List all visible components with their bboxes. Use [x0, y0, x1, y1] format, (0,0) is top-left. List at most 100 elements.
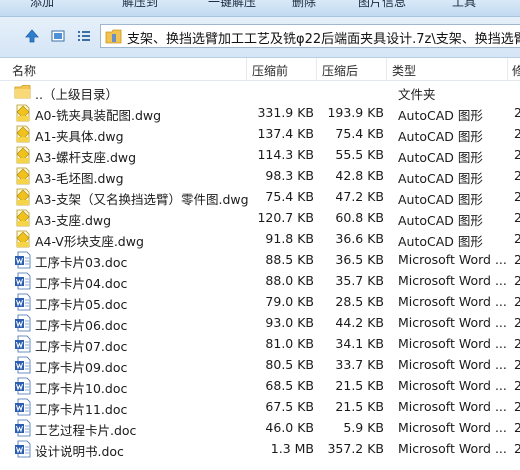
- file-row[interactable]: A0-铣夹具装配图.dwg 331.9 KB 193.9 KB AutoCAD 图形 2: [0, 102, 520, 123]
- file-name: 工序卡片05.doc: [35, 297, 128, 312]
- word-doc-icon: [14, 251, 32, 269]
- file-row[interactable]: A3-支座.dwg 120.7 KB 60.8 KB AutoCAD 图形 2: [0, 207, 520, 228]
- file-name: 工序卡片10.doc: [35, 381, 128, 396]
- file-type: AutoCAD 图形: [398, 171, 483, 186]
- column-original-size[interactable]: 压缩前: [252, 62, 288, 79]
- file-modified: 2: [514, 357, 520, 372]
- word-doc-icon: [14, 419, 32, 437]
- toolbar-add-button[interactable]: 添加: [30, 0, 54, 10]
- column-modified[interactable]: 修: [512, 62, 520, 79]
- file-type: Microsoft Word ...: [398, 399, 507, 414]
- list-view-icon[interactable]: [74, 26, 94, 46]
- folder-icon: [14, 83, 32, 101]
- file-modified: 2: [514, 420, 520, 435]
- column-name[interactable]: 名称: [12, 62, 36, 79]
- file-type: Microsoft Word ...: [398, 441, 507, 456]
- word-doc-icon: [14, 377, 32, 395]
- column-compressed-size[interactable]: 压缩后: [322, 62, 358, 79]
- file-name: 工序卡片06.doc: [35, 318, 128, 333]
- thumbnail-view-icon[interactable]: [48, 26, 68, 46]
- toolbar-tools-button[interactable]: 工具: [452, 0, 476, 10]
- file-modified: 2: [514, 210, 520, 225]
- file-row[interactable]: 工序卡片10.doc 68.5 KB 21.5 KB Microsoft Word .…: [0, 375, 520, 396]
- file-type: Microsoft Word ...: [398, 315, 507, 330]
- dwg-icon: [14, 167, 32, 185]
- file-modified: 2: [514, 126, 520, 141]
- file-modified: 2: [514, 105, 520, 120]
- column-divider[interactable]: [507, 58, 508, 80]
- archive-folder-icon: [105, 29, 123, 47]
- file-type: AutoCAD 图形: [398, 150, 483, 165]
- file-original-size: 98.3 KB: [265, 168, 314, 183]
- file-row[interactable]: 工序卡片09.doc 80.5 KB 33.7 KB Microsoft Word .…: [0, 354, 520, 375]
- file-type: AutoCAD 图形: [398, 108, 483, 123]
- file-original-size: 46.0 KB: [265, 420, 314, 435]
- column-divider[interactable]: [246, 58, 247, 80]
- file-name: A0-铣夹具装配图.dwg: [35, 108, 162, 123]
- file-row[interactable]: A4-V形块支座.dwg 91.8 KB 36.6 KB AutoCAD 图形 2: [0, 228, 520, 249]
- file-row[interactable]: A3-螺杆支座.dwg 114.3 KB 55.5 KB AutoCAD 图形 2: [0, 144, 520, 165]
- file-modified: 2: [514, 147, 520, 162]
- file-type: Microsoft Word ...: [398, 273, 507, 288]
- file-row[interactable]: A3-支架（又名换挡选臂）零件图.dwg 75.4 KB 47.2 KB AutoCA…: [0, 186, 520, 207]
- dwg-icon: [14, 146, 32, 164]
- file-row[interactable]: A1-夹具体.dwg 137.4 KB 75.4 KB AutoCAD 图形 2: [0, 123, 520, 144]
- toolbar-one-click-extract-button[interactable]: 一键解压: [208, 0, 256, 10]
- file-compressed-size: 28.5 KB: [335, 294, 384, 309]
- word-doc-icon: [14, 272, 32, 290]
- file-name: 工艺过程卡片.doc: [35, 423, 137, 438]
- file-original-size: 68.5 KB: [265, 378, 314, 393]
- file-original-size: 79.0 KB: [265, 294, 314, 309]
- dwg-icon: [14, 104, 32, 122]
- file-original-size: 67.5 KB: [265, 399, 314, 414]
- toolbar-extract-to-button[interactable]: 解压到: [122, 0, 158, 10]
- file-row[interactable]: 工序卡片07.doc 81.0 KB 34.1 KB Microsoft Word .…: [0, 333, 520, 354]
- file-row[interactable]: 工序卡片05.doc 79.0 KB 28.5 KB Microsoft Word .…: [0, 291, 520, 312]
- dwg-icon: [14, 188, 32, 206]
- file-original-size: 91.8 KB: [265, 231, 314, 246]
- file-modified: 2: [514, 231, 520, 246]
- column-divider[interactable]: [386, 58, 387, 80]
- file-original-size: 75.4 KB: [265, 189, 314, 204]
- file-type: 文件夹: [398, 87, 436, 102]
- file-name: A3-支架（又名换挡选臂）零件图.dwg: [35, 192, 249, 207]
- file-original-size: 80.5 KB: [265, 357, 314, 372]
- file-row[interactable]: 工序卡片03.doc 88.5 KB 36.5 KB Microsoft Word .…: [0, 249, 520, 270]
- file-compressed-size: 60.8 KB: [335, 210, 384, 225]
- file-compressed-size: 33.7 KB: [335, 357, 384, 372]
- file-type: AutoCAD 图形: [398, 213, 483, 228]
- file-original-size: 88.5 KB: [265, 252, 314, 267]
- word-doc-icon: [14, 335, 32, 353]
- file-type: Microsoft Word ...: [398, 378, 507, 393]
- address-bar[interactable]: 支架、换挡选臂加工工艺及铣φ22后端面夹具设计.7z\支架、换挡选臂加工工: [100, 24, 520, 48]
- file-name: 工序卡片07.doc: [35, 339, 128, 354]
- file-row[interactable]: 工序卡片04.doc 88.0 KB 35.7 KB Microsoft Word .…: [0, 270, 520, 291]
- file-type: AutoCAD 图形: [398, 192, 483, 207]
- file-row[interactable]: 工序卡片11.doc 67.5 KB 21.5 KB Microsoft Word .…: [0, 396, 520, 417]
- navigation-bar: 支架、换挡选臂加工工艺及铣φ22后端面夹具设计.7z\支架、换挡选臂加工工: [0, 17, 520, 58]
- column-type[interactable]: 类型: [392, 62, 416, 79]
- file-name: A3-支座.dwg: [35, 213, 112, 228]
- file-modified: 2: [514, 441, 520, 456]
- file-row[interactable]: ..（上级目录） 文件夹: [0, 81, 520, 102]
- file-name: 工序卡片04.doc: [35, 276, 128, 291]
- file-compressed-size: 34.1 KB: [335, 336, 384, 351]
- file-row[interactable]: 设计说明书.doc 1.3 MB 357.2 KB Microsoft Word ..…: [0, 438, 520, 459]
- file-compressed-size: 44.2 KB: [335, 315, 384, 330]
- dwg-icon: [14, 209, 32, 227]
- column-divider[interactable]: [316, 58, 317, 80]
- file-row[interactable]: A3-毛坯图.dwg 98.3 KB 42.8 KB AutoCAD 图形 2: [0, 165, 520, 186]
- file-compressed-size: 193.9 KB: [327, 105, 384, 120]
- file-row[interactable]: 工序卡片06.doc 93.0 KB 44.2 KB Microsoft Word .…: [0, 312, 520, 333]
- up-arrow-icon[interactable]: [22, 26, 42, 46]
- file-name: A4-V形块支座.dwg: [35, 234, 144, 249]
- dwg-icon: [14, 230, 32, 248]
- file-modified: 2: [514, 252, 520, 267]
- file-name: A3-毛坯图.dwg: [35, 171, 124, 186]
- file-row[interactable]: 工艺过程卡片.doc 46.0 KB 5.9 KB Microsoft Word ..…: [0, 417, 520, 438]
- file-original-size: 137.4 KB: [257, 126, 314, 141]
- file-type: AutoCAD 图形: [398, 129, 483, 144]
- toolbar-delete-button[interactable]: 删除: [292, 0, 316, 10]
- toolbar-image-info-button[interactable]: 图片信息: [358, 0, 406, 10]
- file-name: 设计说明书.doc: [35, 444, 124, 459]
